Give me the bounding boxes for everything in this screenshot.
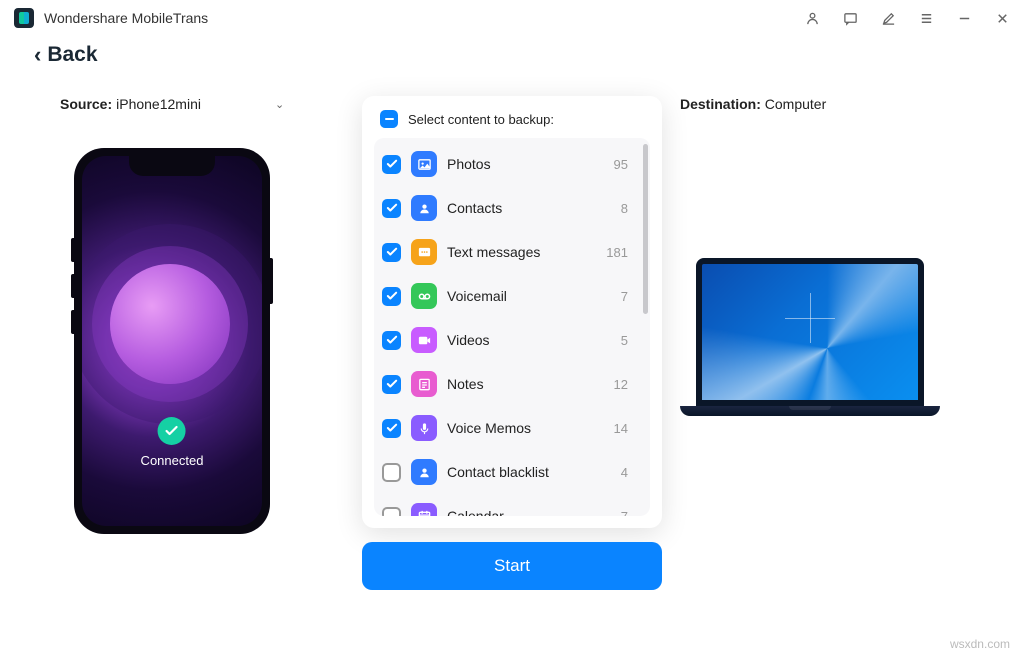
titlebar-left: Wondershare MobileTrans xyxy=(14,8,208,28)
destination-row: Destination: Computer xyxy=(680,96,826,112)
source-value: iPhone12mini xyxy=(116,96,201,112)
item-count: 8 xyxy=(621,201,634,216)
list-item[interactable]: Text messages 181 xyxy=(374,230,644,274)
connection-status: Connected xyxy=(141,417,204,468)
item-checkbox[interactable] xyxy=(382,507,401,517)
list-item[interactable]: Notes 12 xyxy=(374,362,644,406)
item-checkbox[interactable] xyxy=(382,199,401,218)
content-list: Photos 95 Contacts 8 Text messages 181 Voicema… xyxy=(374,138,650,516)
minimize-button[interactable] xyxy=(956,10,972,26)
item-label: Voice Memos xyxy=(447,420,604,436)
select-all-checkbox[interactable] xyxy=(380,110,398,128)
wallpaper-graphic xyxy=(110,264,230,384)
source-label: Source: xyxy=(60,96,112,112)
app-logo-icon xyxy=(14,8,34,28)
menu-icon[interactable] xyxy=(918,10,934,26)
select-all-row[interactable]: Select content to backup: xyxy=(366,110,658,138)
main-content: Source: iPhone12mini ⌄ Connected xyxy=(0,78,1024,590)
item-count: 7 xyxy=(621,289,634,304)
laptop-base xyxy=(680,406,940,416)
watermark: wsxdn.com xyxy=(950,637,1010,651)
item-count: 95 xyxy=(614,157,634,172)
titlebar: Wondershare MobileTrans xyxy=(0,0,1024,36)
text-messages-icon xyxy=(411,239,437,265)
chat-icon[interactable] xyxy=(842,10,858,26)
indeterminate-icon xyxy=(385,118,394,121)
start-button[interactable]: Start xyxy=(362,542,662,590)
titlebar-right xyxy=(804,10,1010,26)
destination-label: Destination: xyxy=(680,96,761,112)
source-column: Source: iPhone12mini ⌄ Connected xyxy=(60,96,344,534)
destination-column: Destination: Computer xyxy=(680,96,964,416)
list-item[interactable]: Videos 5 xyxy=(374,318,644,362)
item-label: Notes xyxy=(447,376,604,392)
content-column: Select content to backup: Photos 95 Contac… xyxy=(362,96,662,590)
back-label: Back xyxy=(47,43,97,67)
contacts-icon xyxy=(411,195,437,221)
windows-wallpaper xyxy=(702,264,918,400)
list-item[interactable]: Voicemail 7 xyxy=(374,274,644,318)
list-item[interactable]: Voice Memos 14 xyxy=(374,406,644,450)
scrollbar-thumb[interactable] xyxy=(643,144,648,314)
item-checkbox[interactable] xyxy=(382,331,401,350)
list-item[interactable]: Contacts 8 xyxy=(374,186,644,230)
phone-notch xyxy=(129,156,215,176)
item-count: 12 xyxy=(614,377,634,392)
item-count: 14 xyxy=(614,421,634,436)
item-checkbox[interactable] xyxy=(382,155,401,174)
item-checkbox[interactable] xyxy=(382,463,401,482)
item-checkbox[interactable] xyxy=(382,419,401,438)
list-item[interactable]: Calendar 7 xyxy=(374,494,644,516)
close-button[interactable] xyxy=(994,10,1010,26)
list-item[interactable]: Contact blacklist 4 xyxy=(374,450,644,494)
item-checkbox[interactable] xyxy=(382,375,401,394)
item-count: 181 xyxy=(606,245,634,260)
calendar-icon xyxy=(411,503,437,516)
videos-icon xyxy=(411,327,437,353)
notes-icon xyxy=(411,371,437,397)
item-checkbox[interactable] xyxy=(382,287,401,306)
item-checkbox[interactable] xyxy=(382,243,401,262)
item-label: Contact blacklist xyxy=(447,464,611,480)
chevron-down-icon: ⌄ xyxy=(275,98,284,111)
voicemail-icon xyxy=(411,283,437,309)
list-item[interactable]: Photos 95 xyxy=(374,142,644,186)
content-card: Select content to backup: Photos 95 Contac… xyxy=(362,96,662,528)
chevron-left-icon: ‹ xyxy=(34,42,41,68)
item-count: 7 xyxy=(621,509,634,517)
item-label: Contacts xyxy=(447,200,611,216)
item-label: Photos xyxy=(447,156,604,172)
list-scroll[interactable]: Photos 95 Contacts 8 Text messages 181 Voicema… xyxy=(374,138,650,516)
destination-value: Computer xyxy=(765,96,826,112)
item-count: 5 xyxy=(621,333,634,348)
voice-memos-icon xyxy=(411,415,437,441)
source-selector[interactable]: Source: iPhone12mini ⌄ xyxy=(60,96,284,112)
source-device: Connected xyxy=(74,148,270,534)
back-button[interactable]: ‹ Back xyxy=(0,36,1024,78)
check-icon xyxy=(158,417,186,445)
destination-device xyxy=(680,258,940,416)
item-label: Videos xyxy=(447,332,611,348)
item-label: Voicemail xyxy=(447,288,611,304)
edit-icon[interactable] xyxy=(880,10,896,26)
account-icon[interactable] xyxy=(804,10,820,26)
app-title: Wondershare MobileTrans xyxy=(44,10,208,26)
photos-icon xyxy=(411,151,437,177)
item-label: Calendar xyxy=(447,508,611,516)
item-label: Text messages xyxy=(447,244,596,260)
connection-label: Connected xyxy=(141,453,204,468)
contact-blacklist-icon xyxy=(411,459,437,485)
item-count: 4 xyxy=(621,465,634,480)
laptop-screen xyxy=(696,258,924,406)
card-header-label: Select content to backup: xyxy=(408,112,554,127)
phone-screen: Connected xyxy=(82,156,262,526)
